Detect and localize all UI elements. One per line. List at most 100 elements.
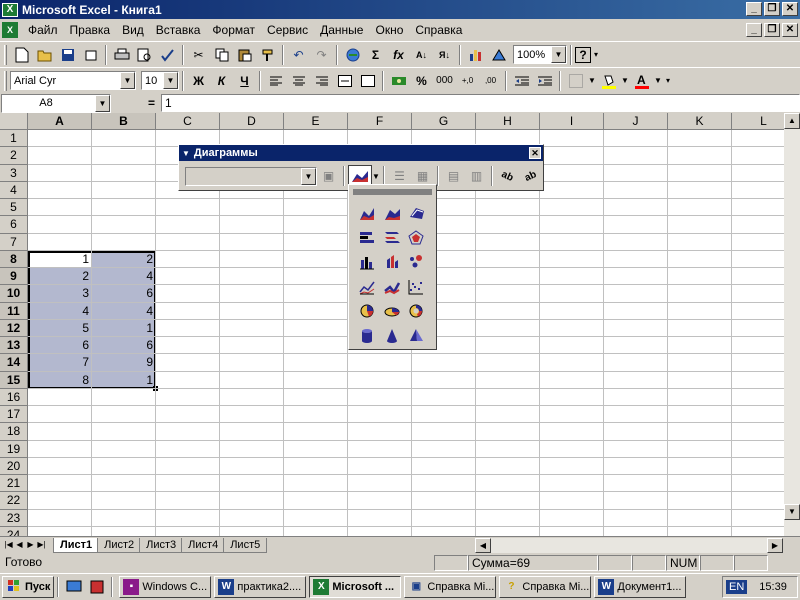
increase-indent-icon[interactable] xyxy=(533,70,556,92)
cell-b8[interactable]: 2 xyxy=(92,251,156,268)
cell-a14[interactable]: 7 xyxy=(28,354,92,371)
align-right-icon[interactable] xyxy=(310,70,333,92)
column-header-h[interactable]: H xyxy=(476,113,540,130)
minimize-button[interactable]: _ xyxy=(746,2,762,16)
chevron-down-icon[interactable]: ▼ xyxy=(95,94,110,112)
column-header-g[interactable]: G xyxy=(412,113,476,130)
cell-a15[interactable]: 8 xyxy=(28,372,92,389)
close-icon[interactable]: ✕ xyxy=(529,147,541,159)
currency-icon[interactable] xyxy=(387,70,410,92)
close-button[interactable]: ✕ xyxy=(782,2,798,16)
scroll-right-icon[interactable]: ▶ xyxy=(767,538,783,553)
menu-edit[interactable]: Правка xyxy=(64,23,117,37)
cut-icon[interactable]: ✂ xyxy=(187,44,210,66)
print-preview-icon[interactable] xyxy=(133,44,156,66)
spelling-icon[interactable] xyxy=(156,44,179,66)
menu-insert[interactable]: Вставка xyxy=(150,23,207,37)
bold-button[interactable]: Ж xyxy=(187,70,210,92)
chevron-down-icon[interactable]: ▼ xyxy=(163,72,178,89)
task-help-2[interactable]: ? Справка Mi... xyxy=(499,576,592,598)
row-header-15[interactable]: 15 xyxy=(0,371,28,389)
chevron-down-icon[interactable]: ▼ xyxy=(551,46,566,63)
pie-chart-icon[interactable] xyxy=(357,301,377,321)
hyperlink-icon[interactable] xyxy=(341,44,364,66)
chevron-down-icon[interactable]: ▼ xyxy=(301,167,316,185)
toolbar-menu-icon[interactable]: ▼ xyxy=(182,149,190,158)
sort-asc-icon[interactable]: А↓ xyxy=(410,44,433,66)
select-all-corner[interactable] xyxy=(0,113,28,130)
doc-restore-button[interactable]: ❐ xyxy=(764,23,780,37)
chevron-down-icon[interactable]: ▼ xyxy=(653,70,663,92)
row-header-21[interactable]: 21 xyxy=(0,475,28,493)
row-header-11[interactable]: 11 xyxy=(0,302,28,320)
cell-b11[interactable]: 4 xyxy=(92,303,156,320)
chevron-down-icon[interactable]: ▼ xyxy=(120,72,135,89)
column-header-d[interactable]: D xyxy=(220,113,284,130)
function-button[interactable]: fx xyxy=(387,44,410,66)
open-icon[interactable] xyxy=(33,44,56,66)
toolbar-options-icon[interactable]: ▾ xyxy=(591,44,601,66)
task-help-1[interactable]: ▣ Справка Mi... xyxy=(404,576,497,598)
scroll-track[interactable] xyxy=(784,129,800,504)
copy-icon[interactable] xyxy=(210,44,233,66)
row-header-9[interactable]: 9 xyxy=(0,268,28,286)
column-header-k[interactable]: K xyxy=(668,113,732,130)
angle-text-up-icon[interactable]: ab xyxy=(515,161,545,191)
row-header-7[interactable]: 7 xyxy=(0,233,28,251)
font-select[interactable]: Arial Cyr ▼ xyxy=(10,71,136,90)
column-header-e[interactable]: E xyxy=(284,113,348,130)
row-header-14[interactable]: 14 xyxy=(0,354,28,372)
undo-icon[interactable]: ↶ xyxy=(287,44,310,66)
menu-tools[interactable]: Сервис xyxy=(261,23,314,37)
menu-view[interactable]: Вид xyxy=(116,23,150,37)
row-header-13[interactable]: 13 xyxy=(0,337,28,355)
column-header-j[interactable]: J xyxy=(604,113,668,130)
restore-button[interactable]: ❐ xyxy=(764,2,780,16)
save-icon[interactable] xyxy=(56,44,79,66)
format-chart-object-icon[interactable]: ▣ xyxy=(317,165,340,187)
row-header-2[interactable]: 2 xyxy=(0,147,28,165)
cell-b15[interactable]: 1 xyxy=(92,372,156,389)
autosum-button[interactable]: Σ xyxy=(364,44,387,66)
tab-sheet2[interactable]: Лист2 xyxy=(97,537,142,553)
cylinder-chart-icon[interactable] xyxy=(357,326,377,346)
column-header-i[interactable]: I xyxy=(540,113,604,130)
cell-a12[interactable]: 5 xyxy=(28,320,92,337)
underline-button[interactable]: Ч xyxy=(233,70,256,92)
thousands-button[interactable]: 000 xyxy=(433,70,456,92)
row-header-19[interactable]: 19 xyxy=(0,440,28,458)
column-header-l[interactable]: L xyxy=(732,113,784,130)
toolbar-grip[interactable] xyxy=(4,70,7,91)
row-header-1[interactable]: 1 xyxy=(0,130,28,148)
row-header-17[interactable]: 17 xyxy=(0,406,28,424)
vertical-scrollbar[interactable]: ▲ ▼ xyxy=(784,113,800,536)
tab-sheet5[interactable]: Лист5 xyxy=(223,537,268,553)
column-header-a[interactable]: A xyxy=(28,113,92,130)
scroll-up-icon[interactable]: ▲ xyxy=(784,113,800,129)
scroll-down-icon[interactable]: ▼ xyxy=(784,504,800,520)
increase-decimal-icon[interactable]: +,0 xyxy=(456,70,479,92)
decrease-decimal-icon[interactable]: ,00 xyxy=(479,70,502,92)
sort-desc-icon[interactable]: Я↓ xyxy=(433,44,456,66)
3d-column-chart-icon[interactable] xyxy=(382,252,402,272)
toolbar-grip[interactable] xyxy=(4,44,7,65)
chevron-down-icon[interactable]: ▼ xyxy=(587,70,597,92)
chart-objects-select[interactable]: ▼ xyxy=(185,166,317,186)
format-painter-icon[interactable] xyxy=(256,44,279,66)
3d-pie-chart-icon[interactable] xyxy=(382,301,402,321)
cell-a10[interactable]: 3 xyxy=(28,285,92,302)
scatter-chart-icon[interactable] xyxy=(406,277,426,297)
cell-b9[interactable]: 4 xyxy=(92,268,156,285)
row-header-4[interactable]: 4 xyxy=(0,181,28,199)
doc-close-button[interactable]: ✕ xyxy=(782,23,798,37)
row-header-5[interactable]: 5 xyxy=(0,199,28,217)
3d-area-chart-icon[interactable] xyxy=(382,203,402,223)
menu-window[interactable]: Окно xyxy=(369,23,409,37)
bubble-chart-icon[interactable] xyxy=(406,252,426,272)
column-header-f[interactable]: F xyxy=(348,113,412,130)
row-header-6[interactable]: 6 xyxy=(0,216,28,234)
show-desktop-icon[interactable] xyxy=(62,576,85,598)
row-header-8[interactable]: 8 xyxy=(0,250,28,268)
chart-toolbar-header[interactable]: ▼ Диаграммы ✕ xyxy=(179,145,543,161)
3d-surface-chart-icon[interactable] xyxy=(406,203,426,223)
